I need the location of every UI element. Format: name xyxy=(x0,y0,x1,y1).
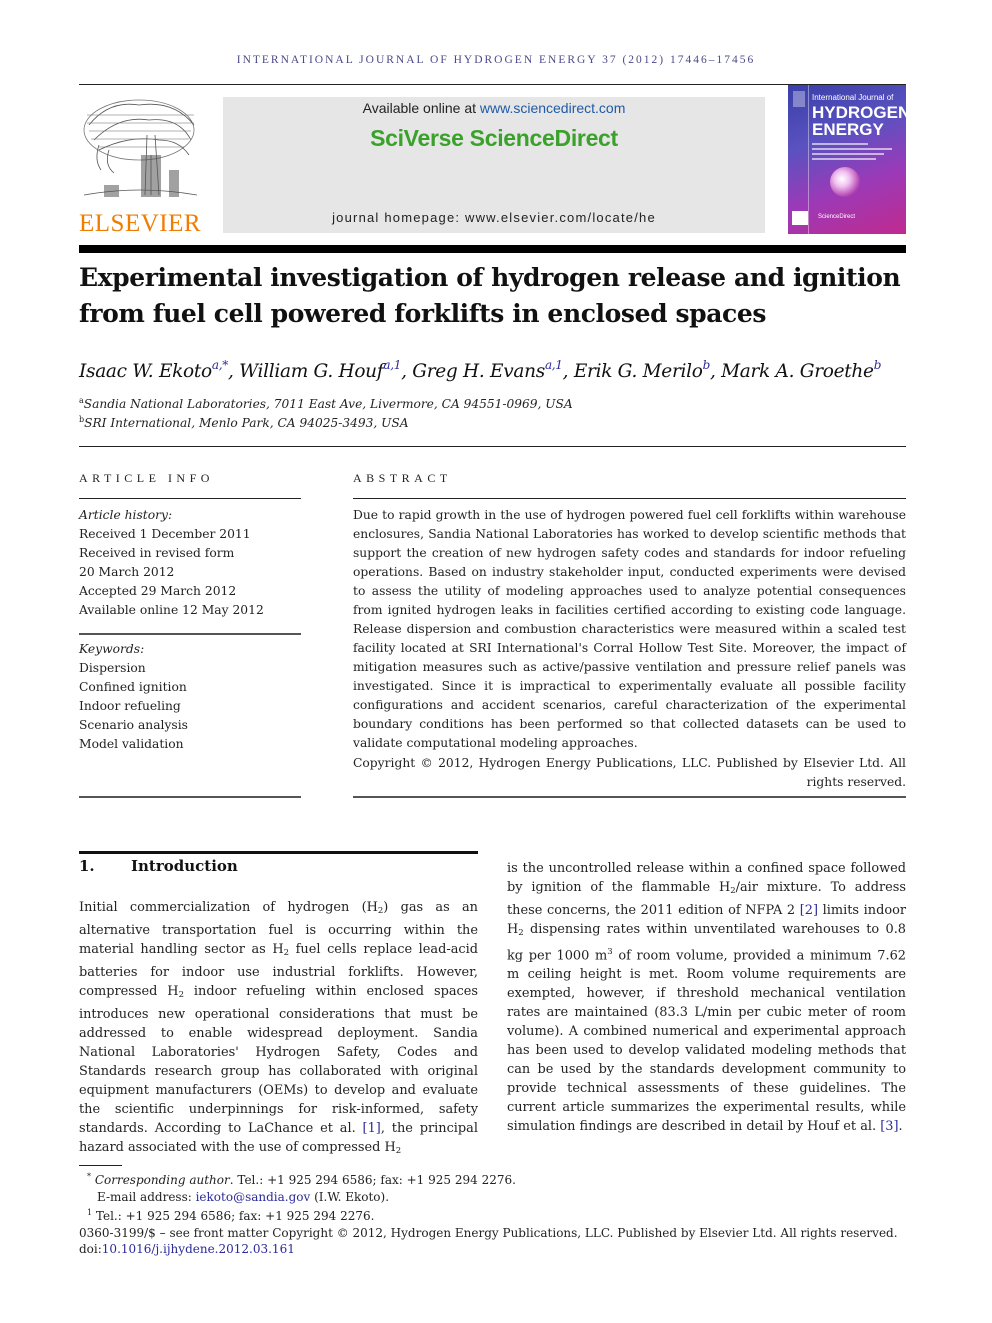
text-run: of room volume, provided a minimum 7.62 … xyxy=(507,948,906,1135)
author-name: William G. Houf xyxy=(239,361,384,382)
article-info-heading: ARTICLE INFO xyxy=(79,471,214,485)
abstract-rule xyxy=(353,498,906,499)
introduction-heading: 1. Introduction xyxy=(79,857,478,875)
history-item: Accepted 29 March 2012 xyxy=(79,584,237,598)
sciverse-sciencedirect-brand: SciVerse ScienceDirect xyxy=(370,125,618,151)
abstract-body: Due to rapid growth in the use of hydrog… xyxy=(353,508,906,750)
section-title: Introduction xyxy=(131,857,238,875)
sciencedirect-link[interactable]: www.sciencedirect.com xyxy=(480,100,626,116)
affiliation-text: Sandia National Laboratories, 7011 East … xyxy=(83,397,573,411)
doi-link[interactable]: 10.1016/j.ijhydene.2012.03.161 xyxy=(102,1242,295,1256)
history-item: Received in revised form xyxy=(79,546,235,560)
text-run: . xyxy=(898,1119,903,1135)
keywords-block: Keywords: Dispersion Confined ignition I… xyxy=(79,640,301,754)
author-name: Isaac W. Ekoto xyxy=(79,361,212,382)
journal-cover-image: International Journal of HYDROGEN ENERGY … xyxy=(788,85,906,234)
text-run: indoor refueling within enclosed spaces … xyxy=(79,984,479,1136)
subscript: 2 xyxy=(395,1146,402,1156)
history-item: Received 1 December 2011 xyxy=(79,527,251,541)
journal-homepage-text[interactable]: journal homepage: www.elsevier.com/locat… xyxy=(223,210,765,225)
footnotes: * Corresponding author. Tel.: +1 925 294… xyxy=(79,1169,919,1258)
article-history: Article history: Received 1 December 201… xyxy=(79,506,301,620)
doi-line: doi:10.1016/j.ijhydene.2012.03.161 xyxy=(79,1241,919,1258)
front-matter-line: 0360-3199/$ – see front matter Copyright… xyxy=(79,1225,898,1240)
author-affiliation-mark[interactable]: a,* xyxy=(212,358,228,372)
text-run: Initial commercialization of hydrogen (H xyxy=(79,900,378,915)
doi-label: doi: xyxy=(79,1242,102,1256)
cover-editors-lines xyxy=(812,143,892,163)
affiliation-text: SRI International, Menlo Park, CA 94025-… xyxy=(84,416,409,430)
author-separator: , xyxy=(709,361,722,382)
email-link[interactable]: iekoto@sandia.gov xyxy=(196,1190,311,1204)
affiliation-a: aSandia National Laboratories, 7011 East… xyxy=(79,396,573,411)
abstract-copyright: Copyright © 2012, Hydrogen Energy Public… xyxy=(353,756,906,789)
history-item: 20 March 2012 xyxy=(79,565,175,579)
author-separator: , xyxy=(562,361,574,382)
affiliation-b: bSRI International, Menlo Park, CA 94025… xyxy=(79,415,409,430)
keyword-item: Dispersion xyxy=(79,661,146,675)
cover-title-line-1: HYDROGEN xyxy=(812,103,906,122)
cover-publisher-icon xyxy=(793,91,805,107)
footnote-email: E-mail address: iekoto@sandia.gov (I.W. … xyxy=(79,1189,919,1206)
footnote-corresponding: * Corresponding author. Tel.: +1 925 294… xyxy=(79,1169,919,1189)
keyword-item: Scenario analysis xyxy=(79,718,188,732)
cover-journal-title: HYDROGEN ENERGY xyxy=(812,104,906,138)
title-line-1: Experimental investigation of hydrogen r… xyxy=(79,263,901,292)
history-keywords-rule xyxy=(79,633,301,635)
author-name: Mark A. Groethe xyxy=(721,361,874,382)
author-name: Greg H. Evans xyxy=(412,361,545,382)
footnote-text: Tel.: +1 925 294 6586; fax: +1 925 294 2… xyxy=(92,1209,375,1223)
footnote-mark: * xyxy=(87,1172,91,1181)
abstract-heading: ABSTRACT xyxy=(353,471,452,485)
footnote-label: Corresponding author xyxy=(94,1173,230,1187)
author-name: Erik G. Merilo xyxy=(573,361,703,382)
section-number: 1. xyxy=(79,857,95,875)
author-affiliation-mark[interactable]: b xyxy=(703,358,711,372)
cover-orb-graphic xyxy=(830,167,860,197)
keyword-item: Indoor refueling xyxy=(79,699,181,713)
header-thick-rule xyxy=(79,245,906,253)
abstract-bottom-rule xyxy=(353,796,906,798)
cover-sciencedirect-text: ScienceDirect xyxy=(818,214,856,220)
citation-link[interactable]: [1] xyxy=(363,1121,381,1136)
footnote-rule xyxy=(79,1165,122,1166)
article-history-label: Article history: xyxy=(79,508,173,522)
running-head: INTERNATIONAL JOURNAL OF HYDROGEN ENERGY… xyxy=(236,54,756,66)
cover-divider xyxy=(808,85,809,234)
citation-link[interactable]: [2] xyxy=(800,903,818,918)
elsevier-wordmark: ELSEVIER xyxy=(79,210,202,237)
article-title: Experimental investigation of hydrogen r… xyxy=(79,260,909,332)
author-list: Isaac W. Ekotoa,*, William G. Houfa,1, G… xyxy=(79,358,919,382)
footnote-1: 1 Tel.: +1 925 294 6586; fax: +1 925 294… xyxy=(79,1205,919,1225)
available-prefix: Available online at xyxy=(362,100,480,116)
history-item: Available online 12 May 2012 xyxy=(79,603,264,617)
author-affiliation-mark[interactable]: b xyxy=(874,358,882,372)
cover-ihe-logo-icon xyxy=(792,211,808,225)
email-label: E-mail address: xyxy=(97,1189,196,1204)
keyword-item: Model validation xyxy=(79,737,184,751)
affiliations-rule xyxy=(79,446,906,447)
email-suffix: (I.W. Ekoto). xyxy=(310,1189,390,1204)
author-affiliation-mark[interactable]: a,1 xyxy=(383,358,401,372)
available-online-text: Available online at www.sciencedirect.co… xyxy=(223,100,765,116)
introduction-right-column: is the uncontrolled release within a con… xyxy=(507,859,906,1136)
keyword-item: Confined ignition xyxy=(79,680,187,694)
top-rule xyxy=(79,84,906,85)
author-separator: , xyxy=(227,361,240,382)
keywords-label: Keywords: xyxy=(79,642,145,656)
author-affiliation-mark[interactable]: a,1 xyxy=(545,358,563,372)
introduction-rule xyxy=(79,851,478,854)
article-info-bottom-rule xyxy=(79,796,301,798)
cover-title-line-2: ENERGY xyxy=(812,120,884,139)
cover-journal-prefix: International Journal of xyxy=(812,93,894,102)
title-line-2: from fuel cell powered forklifts in encl… xyxy=(79,299,767,328)
article-info-rule xyxy=(79,498,301,499)
footnote-text: . Tel.: +1 925 294 6586; fax: +1 925 294… xyxy=(229,1173,516,1187)
author-separator: , xyxy=(401,361,413,382)
introduction-left-column: Initial commercialization of hydrogen (H… xyxy=(79,898,478,1161)
citation-link[interactable]: [3] xyxy=(880,1119,898,1134)
